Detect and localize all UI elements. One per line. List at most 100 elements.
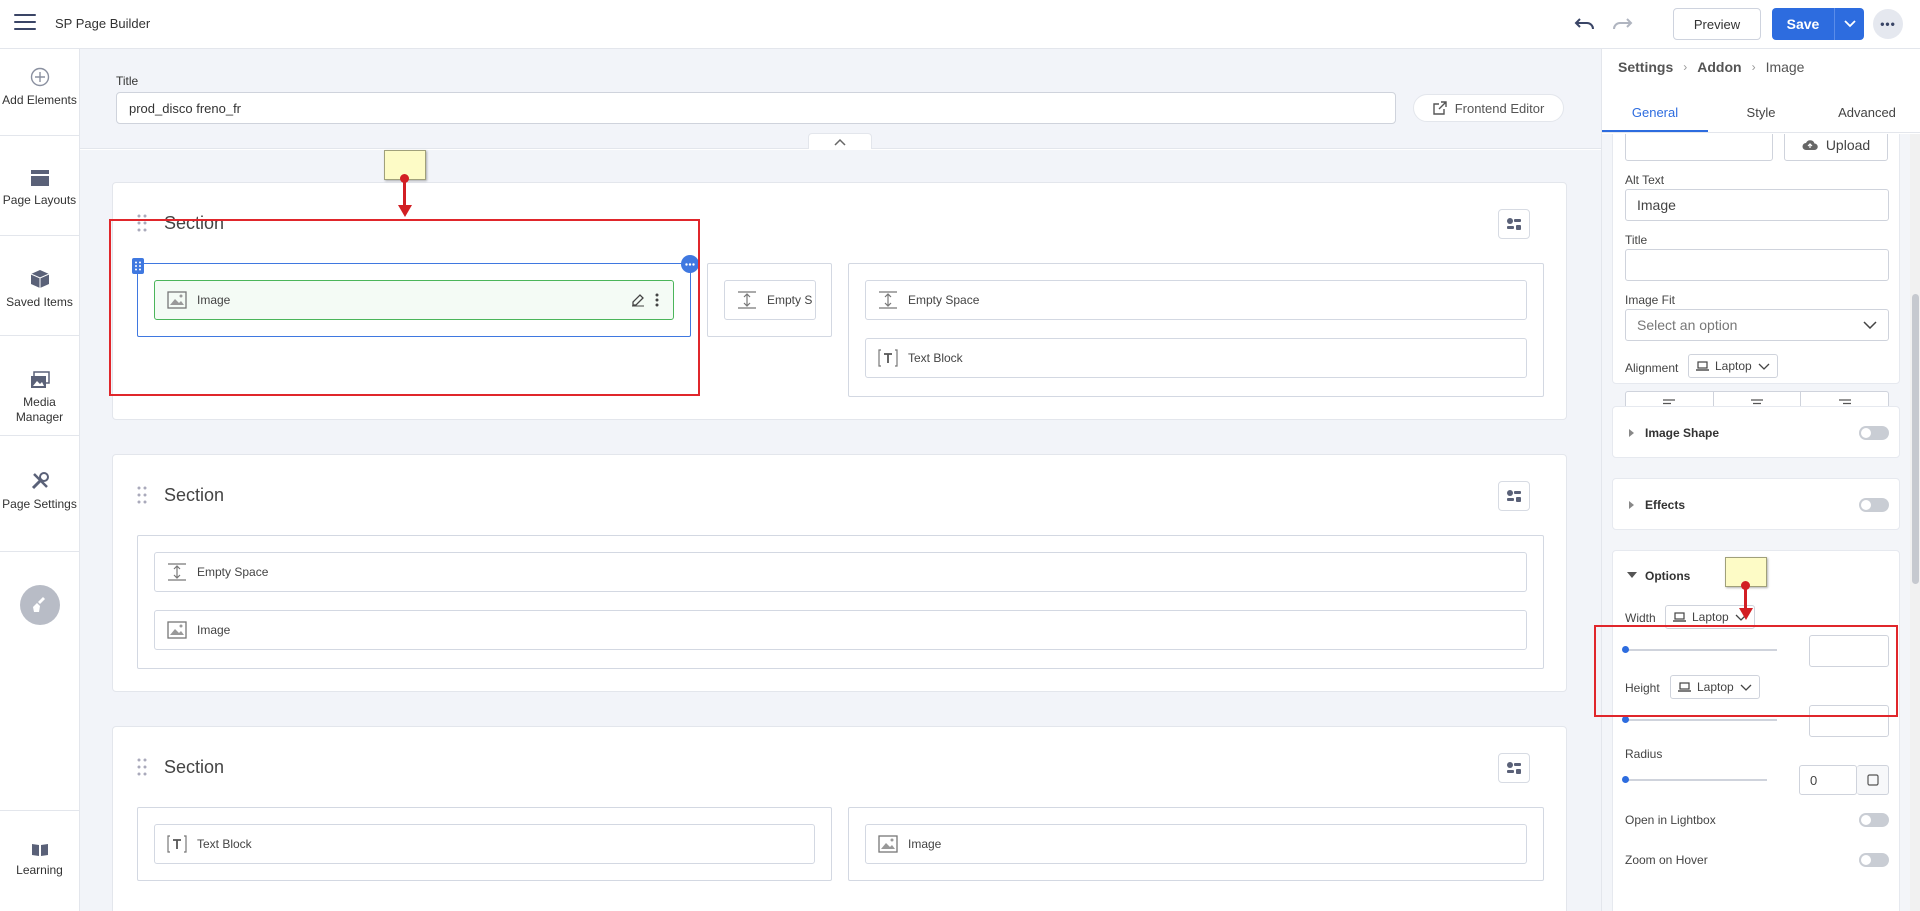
addon-image[interactable]: Image <box>154 610 1527 650</box>
empty-space-icon <box>168 563 186 581</box>
settings-sliders-icon <box>1507 762 1521 774</box>
breadcrumb-settings[interactable]: Settings <box>1618 59 1673 75</box>
empty-space-icon <box>879 291 897 309</box>
addon-text-block[interactable]: Text Block <box>154 824 815 864</box>
column[interactable]: Image <box>848 807 1544 881</box>
rail-divider <box>0 810 79 811</box>
more-options-button[interactable]: ••• <box>1873 9 1903 39</box>
section[interactable]: Section Empty Space Image <box>112 454 1567 692</box>
preview-button[interactable]: Preview <box>1673 8 1761 40</box>
alt-text-label: Alt Text <box>1625 173 1665 187</box>
slider-knob[interactable] <box>1622 776 1629 783</box>
section-title: Section <box>164 485 225 505</box>
breadcrumb-addon[interactable]: Addon <box>1697 59 1741 75</box>
section-title: Section <box>164 757 225 777</box>
frontend-editor-label: Frontend Editor <box>1454 100 1545 116</box>
column[interactable]: Empty Space Text Block <box>848 263 1544 397</box>
hamburger-menu-icon[interactable] <box>14 14 36 32</box>
addon-label: Image <box>197 623 231 637</box>
tab-advanced[interactable]: Advanced <box>1814 93 1920 132</box>
annotation-highlight-box <box>109 219 700 396</box>
effects-toggle[interactable] <box>1859 498 1889 512</box>
panel-body: Upload Alt Text Image Title Image Fit Se… <box>1602 134 1910 911</box>
rail-add-elements[interactable]: Add Elements <box>0 67 79 108</box>
rail-brush-button[interactable] <box>20 585 60 625</box>
top-bar: SP Page Builder Preview Save ••• <box>0 0 1920 49</box>
save-options-button[interactable] <box>1834 8 1864 40</box>
slider-knob[interactable] <box>1622 716 1629 723</box>
height-slider[interactable] <box>1622 716 1777 723</box>
annotation-arrow-line <box>1744 585 1747 609</box>
caret-down-icon <box>1627 572 1637 578</box>
rail-divider <box>0 551 79 552</box>
image-icon <box>878 835 898 853</box>
panel-scrollbar[interactable] <box>1910 134 1920 911</box>
image-fit-placeholder: Select an option <box>1637 317 1738 333</box>
frontend-editor-button[interactable]: Frontend Editor <box>1413 94 1564 122</box>
radius-slider[interactable] <box>1622 776 1767 783</box>
book-icon <box>31 844 48 856</box>
image-title-input[interactable] <box>1625 249 1889 281</box>
addon-text-block[interactable]: Text Block <box>865 338 1527 378</box>
tools-icon <box>31 472 49 490</box>
annotation-arrow-line <box>403 178 406 206</box>
radius-input[interactable]: 0 <box>1799 765 1857 795</box>
save-button[interactable]: Save <box>1772 8 1834 40</box>
addon-empty-space[interactable]: Empty Space <box>154 552 1527 592</box>
section-settings-button[interactable] <box>1498 481 1530 511</box>
column[interactable]: Empty S <box>707 263 832 337</box>
addon-empty-space[interactable]: Empty S <box>724 280 816 320</box>
radius-link-button[interactable] <box>1857 765 1889 795</box>
tab-general[interactable]: General <box>1602 93 1708 132</box>
addon-label: Text Block <box>908 351 963 365</box>
chevron-right-icon: › <box>1683 60 1688 74</box>
alt-text-input[interactable]: Image <box>1625 189 1889 221</box>
lightbox-toggle[interactable] <box>1859 813 1889 827</box>
addon-label: Empty Space <box>197 565 269 579</box>
image-shape-title: Image Shape <box>1645 426 1720 440</box>
addon-image[interactable]: Image <box>865 824 1527 864</box>
column[interactable]: Text Block <box>137 807 832 881</box>
lightbox-label: Open in Lightbox <box>1625 813 1716 827</box>
image-shape-toggle[interactable] <box>1859 426 1889 440</box>
section[interactable]: Section Text Block Image <box>112 726 1567 911</box>
image-fit-select[interactable]: Select an option <box>1625 309 1889 341</box>
rail-saved-items[interactable]: Saved Items <box>0 269 79 310</box>
column[interactable]: Empty Space Image <box>137 535 1544 669</box>
scrollbar-thumb[interactable] <box>1912 294 1919 584</box>
undo-icon[interactable] <box>1574 14 1596 34</box>
chevron-down-icon <box>1758 363 1770 370</box>
upload-button[interactable]: Upload <box>1784 134 1888 161</box>
chevron-up-icon <box>834 138 846 146</box>
cloud-upload-icon <box>1802 140 1818 150</box>
rail-page-settings[interactable]: Page Settings <box>0 471 79 512</box>
drag-handle-icon[interactable] <box>137 485 147 505</box>
drag-handle-icon[interactable] <box>137 757 147 777</box>
rail-learning[interactable]: Learning <box>0 843 79 878</box>
section-settings-button[interactable] <box>1498 209 1530 239</box>
radius-label: Radius <box>1625 747 1663 761</box>
tab-style[interactable]: Style <box>1708 93 1814 132</box>
zoom-toggle[interactable] <box>1859 853 1889 867</box>
effects-section[interactable]: Effects <box>1612 478 1900 530</box>
chevron-down-icon <box>1843 20 1856 28</box>
width-label: Width <box>1625 611 1656 625</box>
alignment-label: Alignment <box>1625 361 1679 375</box>
alignment-device-select[interactable]: Laptop <box>1688 354 1778 378</box>
collapse-title-button[interactable] <box>808 133 872 149</box>
panel-tabs: General Style Advanced <box>1602 93 1920 133</box>
image-settings-card: Upload Alt Text Image Title Image Fit Se… <box>1612 134 1900 419</box>
options-title[interactable]: Options <box>1645 569 1690 583</box>
title-input[interactable]: prod_disco freno_fr <box>116 92 1396 124</box>
external-link-icon <box>1432 101 1447 115</box>
rail-page-layouts[interactable]: Page Layouts <box>0 169 79 208</box>
square-icon <box>1866 774 1879 786</box>
rail-media-manager[interactable]: Media Manager <box>0 371 79 425</box>
image-shape-section[interactable]: Image Shape <box>1612 406 1900 458</box>
image-url-input[interactable] <box>1625 134 1773 161</box>
text-block-icon <box>878 349 898 367</box>
section-settings-button[interactable] <box>1498 753 1530 783</box>
addon-empty-space[interactable]: Empty Space <box>865 280 1527 320</box>
image-icon <box>167 621 187 639</box>
redo-icon[interactable] <box>1611 14 1633 34</box>
